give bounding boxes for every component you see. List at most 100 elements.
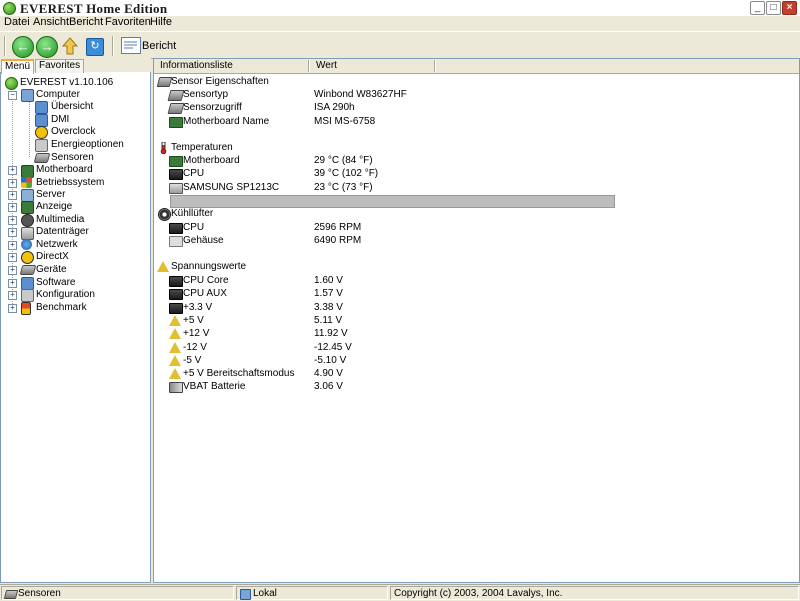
info-row-value: 11.92 V (314, 328, 348, 340)
expand-icon[interactable]: + (8, 216, 17, 225)
tree-line (29, 100, 30, 157)
motherboard-icon (169, 116, 183, 128)
tree-item-label: Datenträger (36, 226, 89, 237)
expand-icon[interactable]: + (8, 291, 17, 300)
overview-icon (35, 101, 48, 114)
menu-ansicht[interactable]: Ansicht (33, 16, 69, 28)
tree-item-label: Konfiguration (36, 289, 95, 300)
info-row-label: +5 V Bereitschaftsmodus (183, 368, 295, 380)
info-row-value: -12.45 V (314, 341, 352, 353)
info-row-label: SAMSUNG SP1213C (183, 181, 280, 193)
info-row-label: CPU (183, 168, 205, 180)
menu-datei[interactable]: Datei (4, 16, 30, 28)
back-arrow-icon[interactable]: ← (12, 36, 34, 58)
expand-icon[interactable]: + (8, 179, 17, 188)
tree-item-label: Overclock (51, 126, 96, 137)
info-row-value: 39 °C (102 °F) (314, 168, 379, 180)
info-row-label: Motherboard (183, 155, 240, 166)
warning-icon (169, 368, 181, 380)
column-separator[interactable] (434, 60, 436, 72)
column-header: Informationsliste Wert (154, 59, 799, 74)
info-row-label: +12 V (183, 328, 210, 340)
status-text-mode: Lokal (253, 588, 277, 599)
expand-icon[interactable]: + (8, 266, 17, 275)
info-row-value: Winbond W83627HF (314, 89, 407, 100)
section-title: Kühllüfter (171, 208, 214, 219)
maximize-icon[interactable]: □ (766, 1, 781, 15)
sensor-icon (33, 153, 51, 163)
selection-highlight-bar (170, 195, 615, 208)
title-bar: EVEREST Home Edition _ □ × (0, 0, 800, 17)
warning-icon (157, 261, 169, 272)
status-text-copyright: Copyright (c) 2003, 2004 Lavalys, Inc. (394, 588, 563, 599)
info-row-label: CPU AUX (183, 288, 227, 300)
tree-item-label: Energieoptionen (51, 139, 124, 150)
collapse-icon[interactable]: − (8, 91, 17, 100)
motherboard-icon (169, 156, 183, 167)
info-row-value: 29 °C (84 °F) (314, 155, 373, 166)
toolbar-grip (4, 36, 6, 56)
menu-bar: Datei Ansicht Bericht Favoriten Hilfe (0, 16, 800, 30)
expand-icon[interactable]: + (8, 191, 17, 200)
refresh-icon[interactable]: ↻ (86, 38, 104, 56)
info-row-label: -12 V (183, 341, 207, 353)
status-cell-page: Sensoren (1, 586, 234, 600)
cpu-icon (169, 169, 183, 181)
expand-icon[interactable]: + (8, 203, 17, 212)
up-folder-icon[interactable] (60, 36, 80, 56)
hdd-icon (21, 227, 34, 240)
computer-icon (21, 89, 34, 102)
expand-icon[interactable]: + (8, 304, 17, 313)
status-bar: Sensoren Lokal Copyright (c) 2003, 2004 … (0, 584, 800, 601)
menu-favoriten[interactable]: Favoriten (105, 16, 151, 28)
hourglass-icon (21, 302, 31, 315)
menu-bericht[interactable]: Bericht (69, 16, 103, 28)
expand-icon[interactable]: + (8, 228, 17, 237)
info-row-label: -5 V (183, 354, 202, 366)
tab-favorites[interactable]: Favorites (35, 59, 85, 73)
case-icon (169, 236, 183, 248)
tree-item-label: Geräte (36, 264, 67, 275)
thermometer-icon (158, 141, 169, 155)
warning-icon (169, 354, 181, 366)
windows-logo-icon (21, 177, 32, 188)
configuration-icon (21, 289, 34, 302)
tree-item-label: Übersicht (51, 101, 94, 112)
info-row-label: VBAT Batterie (183, 381, 246, 393)
expand-icon[interactable]: + (8, 253, 17, 262)
left-tab-bar: Menü Favorites (0, 58, 151, 74)
power-plug-icon (35, 139, 48, 152)
display-icon (21, 201, 34, 214)
overclock-icon (35, 126, 48, 139)
tree-item-label: DirectX (36, 251, 69, 262)
speaker-icon (21, 214, 34, 227)
sensor-icon (3, 590, 19, 599)
close-icon[interactable]: × (782, 1, 797, 15)
status-cell-mode: Lokal (236, 586, 388, 600)
forward-arrow-icon[interactable]: → (36, 36, 58, 58)
minimize-icon[interactable]: _ (750, 1, 765, 15)
expand-icon[interactable]: + (8, 166, 17, 175)
hdd-icon (169, 182, 183, 194)
fan-icon (158, 208, 171, 221)
cpu-icon (169, 223, 183, 234)
info-row-label: Sensorzugriff (183, 102, 242, 114)
warning-icon (169, 328, 181, 340)
info-row-value: 4.90 V (314, 368, 343, 380)
column-separator[interactable] (308, 60, 310, 72)
expand-icon[interactable]: + (8, 279, 17, 288)
directx-icon (21, 251, 34, 264)
info-row-label: Sensortyp (183, 89, 229, 100)
expand-icon[interactable]: + (8, 241, 17, 250)
tab-menu[interactable]: Menü (1, 59, 35, 74)
tree-item-label: Benchmark (36, 302, 87, 313)
report-icon[interactable] (121, 37, 141, 54)
column-header-value[interactable]: Wert (316, 60, 337, 71)
cpu-icon (169, 289, 183, 301)
column-header-field[interactable]: Informationsliste (160, 60, 233, 71)
info-row-value: 6490 RPM (314, 235, 362, 247)
menu-hilfe[interactable]: Hilfe (150, 16, 172, 28)
computer-icon (240, 589, 251, 600)
report-button-label[interactable]: Bericht (142, 40, 176, 52)
everest-icon (5, 77, 18, 90)
